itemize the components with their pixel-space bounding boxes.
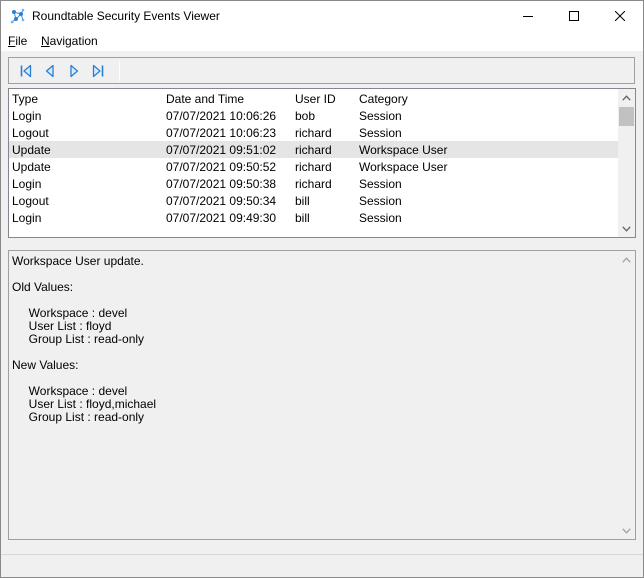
minimize-icon bbox=[523, 16, 533, 17]
last-record-button[interactable] bbox=[89, 62, 107, 80]
event-user: bob bbox=[295, 109, 316, 123]
first-record-icon bbox=[20, 64, 32, 78]
chevron-down-icon bbox=[622, 527, 631, 534]
event-category: Session bbox=[359, 109, 402, 123]
first-record-button[interactable] bbox=[17, 62, 35, 80]
scroll-down-button[interactable] bbox=[618, 220, 635, 237]
event-row-selected[interactable]: Update 07/07/2021 09:51:02 richard Works… bbox=[9, 141, 618, 158]
event-row[interactable]: Logout 07/07/2021 09:50:34 bill Session bbox=[9, 192, 618, 209]
event-category: Workspace User bbox=[359, 143, 448, 157]
chevron-up-icon bbox=[622, 94, 631, 101]
event-user: bill bbox=[295, 211, 310, 225]
menu-navigation[interactable]: Navigation bbox=[41, 34, 98, 48]
event-category: Session bbox=[359, 126, 402, 140]
event-user: richard bbox=[295, 160, 332, 174]
title-bar[interactable]: Roundtable Security Events Viewer bbox=[1, 1, 643, 31]
event-type: Update bbox=[12, 143, 51, 157]
event-datetime: 07/07/2021 09:49:30 bbox=[166, 211, 277, 225]
event-datetime: 07/07/2021 09:50:52 bbox=[166, 160, 277, 174]
event-detail-pane[interactable]: Workspace User update. Old Values: Works… bbox=[8, 250, 636, 540]
chevron-down-icon bbox=[622, 225, 631, 232]
close-icon bbox=[615, 11, 625, 21]
app-network-icon bbox=[10, 8, 26, 24]
menu-navigation-label: avigation bbox=[49, 34, 98, 48]
event-row[interactable]: Logout 07/07/2021 10:06:23 richard Sessi… bbox=[9, 124, 618, 141]
menu-navigation-accel: N bbox=[41, 34, 50, 48]
minimize-button[interactable] bbox=[505, 1, 551, 31]
previous-record-icon bbox=[45, 64, 54, 78]
detail-scroll-down-button[interactable] bbox=[618, 522, 635, 539]
event-type: Update bbox=[12, 160, 51, 174]
next-record-icon bbox=[70, 64, 79, 78]
menu-bar: File Navigation bbox=[1, 31, 643, 51]
column-header-user-id[interactable]: User ID bbox=[295, 92, 336, 106]
event-datetime: 07/07/2021 09:50:34 bbox=[166, 194, 277, 208]
event-datetime: 07/07/2021 09:51:02 bbox=[166, 143, 277, 157]
event-type: Logout bbox=[12, 194, 49, 208]
next-record-button[interactable] bbox=[65, 62, 83, 80]
event-type: Login bbox=[12, 109, 42, 123]
detail-scrollbar[interactable] bbox=[618, 251, 635, 539]
events-list-header: Type Date and Time User ID Category bbox=[9, 90, 618, 107]
event-category: Session bbox=[359, 194, 402, 208]
event-row[interactable]: Login 07/07/2021 09:50:38 richard Sessio… bbox=[9, 175, 618, 192]
scroll-up-button[interactable] bbox=[618, 89, 635, 106]
event-row[interactable]: Login 07/07/2021 10:06:26 bob Session bbox=[9, 107, 618, 124]
last-record-icon bbox=[92, 64, 104, 78]
event-user: richard bbox=[295, 126, 332, 140]
events-list-scrollbar[interactable] bbox=[618, 89, 635, 237]
event-user: bill bbox=[295, 194, 310, 208]
toolbar-separator bbox=[119, 61, 120, 81]
event-category: Session bbox=[359, 211, 402, 225]
event-datetime: 07/07/2021 09:50:38 bbox=[166, 177, 277, 191]
event-type: Logout bbox=[12, 126, 49, 140]
event-category: Workspace User bbox=[359, 160, 448, 174]
maximize-button[interactable] bbox=[551, 1, 597, 31]
events-list[interactable]: Type Date and Time User ID Category Logi… bbox=[8, 88, 636, 238]
status-bar bbox=[1, 554, 643, 577]
column-header-type[interactable]: Type bbox=[12, 92, 38, 106]
close-button[interactable] bbox=[597, 1, 643, 31]
column-header-category[interactable]: Category bbox=[359, 92, 408, 106]
menu-file-label: ile bbox=[15, 34, 28, 48]
event-user: richard bbox=[295, 143, 332, 157]
event-datetime: 07/07/2021 10:06:26 bbox=[166, 109, 277, 123]
event-detail-text: Workspace User update. Old Values: Works… bbox=[12, 254, 157, 424]
column-header-date-time[interactable]: Date and Time bbox=[166, 92, 244, 106]
window-title: Roundtable Security Events Viewer bbox=[32, 9, 220, 23]
event-user: richard bbox=[295, 177, 332, 191]
event-category: Session bbox=[359, 177, 402, 191]
maximize-icon bbox=[569, 11, 579, 21]
event-row[interactable]: Login 07/07/2021 09:49:30 bill Session bbox=[9, 209, 618, 226]
event-type: Login bbox=[12, 211, 42, 225]
detail-scroll-up-button[interactable] bbox=[618, 251, 635, 268]
app-window: Roundtable Security Events Viewer File N… bbox=[0, 0, 644, 578]
chevron-up-icon bbox=[622, 256, 631, 263]
menu-file[interactable]: File bbox=[8, 34, 27, 48]
event-type: Login bbox=[12, 177, 42, 191]
scroll-thumb[interactable] bbox=[619, 107, 634, 126]
event-datetime: 07/07/2021 10:06:23 bbox=[166, 126, 277, 140]
event-row[interactable]: Update 07/07/2021 09:50:52 richard Works… bbox=[9, 158, 618, 175]
navigation-toolbar bbox=[8, 57, 635, 84]
previous-record-button[interactable] bbox=[41, 62, 59, 80]
